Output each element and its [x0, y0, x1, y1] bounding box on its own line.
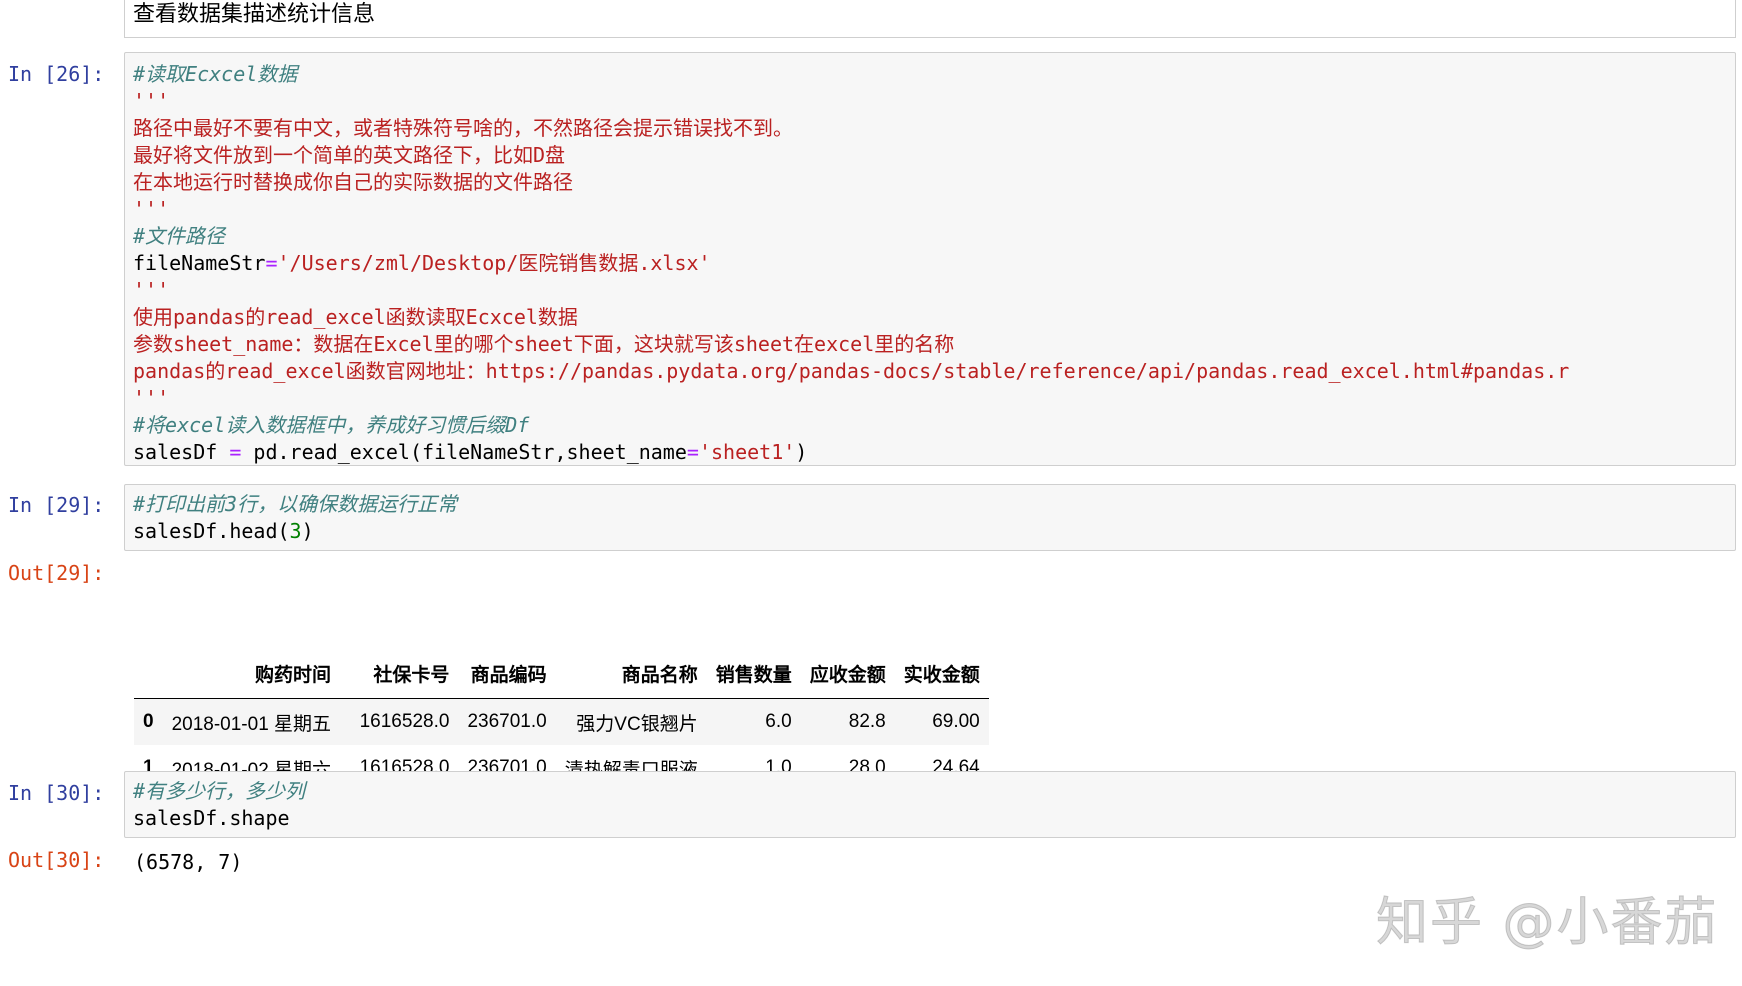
code-token: pandas的read_excel函数官网地址：https://pandas.p… [133, 359, 1570, 383]
code-line: 路径中最好不要有中文，或者特殊符号啥的，不然路径会提示错误找不到。 [133, 115, 1569, 142]
code-line: salesDf.shape [133, 805, 305, 832]
code-line: #读取Ecxcel数据 [133, 61, 1569, 88]
code-token: = [686, 440, 699, 464]
code-token: salesDf.shape [133, 806, 290, 830]
code-line: ''' [133, 196, 1569, 223]
code-line: #有多少行，多少列 [133, 778, 305, 805]
code-line: #打印出前3行，以确保数据运行正常 [133, 491, 457, 518]
table-cell: 236701.0 [467, 711, 547, 732]
table-cell: 2018-01-01 星期五 [171, 713, 332, 735]
cell29-output-prompt: Out[29]: [8, 561, 105, 585]
code-token: ''' [133, 386, 170, 410]
row-index: 0 [143, 711, 154, 732]
code-line: salesDf.head(3) [133, 518, 457, 545]
code-line: ''' [133, 277, 1569, 304]
code-token: #将excel读入数据框中，养成好习惯后缀Df [133, 413, 530, 437]
cell29-code-cell[interactable]: #打印出前3行，以确保数据运行正常 salesDf.head(3) [124, 484, 1736, 551]
code-token: fileNameStr [133, 251, 266, 275]
code-token: salesDf.head( [133, 519, 290, 543]
code-token: 使用pandas的read_excel函数读取Ecxcel数据 [133, 305, 578, 329]
code-token: ''' [133, 89, 170, 113]
code-token: 在本地运行时替换成你自己的实际数据的文件路径 [133, 170, 573, 194]
cell29-code[interactable]: #打印出前3行，以确保数据运行正常 salesDf.head(3) [133, 491, 457, 545]
table-cell: 6.0 [765, 711, 792, 732]
code-line: 参数sheet_name：数据在Excel里的哪个sheet下面，这块就写该sh… [133, 331, 1569, 358]
column-header: 购药时间 [162, 648, 341, 699]
column-header [134, 648, 163, 699]
table-cell: 强力VC银翘片 [576, 713, 698, 735]
code-token: #打印出前3行，以确保数据运行正常 [133, 492, 458, 516]
column-header: 商品名称 [555, 648, 707, 699]
code-token: ''' [133, 197, 170, 221]
cell29-input-prompt: In [29]: [8, 493, 105, 517]
table-cell: 82.8 [848, 711, 886, 732]
code-line: 最好将文件放到一个简单的英文路径下，比如D盘 [133, 142, 1569, 169]
code-token: = [265, 251, 278, 275]
code-token: = [229, 440, 242, 464]
table-row: 0 2018-01-01 星期五 1616528.0 236701.0 强力VC银翘片 6… [134, 698, 989, 745]
column-header: 销售数量 [706, 648, 801, 699]
column-header: 实收金额 [894, 648, 989, 699]
table-cell: 69.00 [932, 711, 980, 732]
column-header: 商品编码 [458, 648, 556, 699]
code-line: ''' [133, 385, 1569, 412]
code-line: 在本地运行时替换成你自己的实际数据的文件路径 [133, 169, 1569, 196]
code-line: #文件路径 [133, 223, 1569, 250]
code-token: ) [301, 519, 314, 543]
table-cell: 1616528.0 [359, 711, 450, 732]
code-line: pandas的read_excel函数官网地址：https://pandas.p… [133, 358, 1569, 385]
code-token: '/Users/zml/Desktop/医院销售数据.xlsx' [277, 251, 711, 275]
code-line: ''' [133, 88, 1569, 115]
code-token: #文件路径 [133, 224, 226, 248]
cell30-input-prompt: In [30]: [8, 781, 105, 805]
code-token: ''' [133, 278, 170, 302]
cell30-code-cell[interactable]: #有多少行，多少列 salesDf.shape [124, 771, 1736, 838]
markdown-cell[interactable]: 查看数据集描述统计信息 [124, 0, 1736, 38]
code-line: fileNameStr='/Users/zml/Desktop/医院销售数据.x… [133, 250, 1569, 277]
code-token: 最好将文件放到一个简单的英文路径下，比如D盘 [133, 143, 566, 167]
cell26-input-prompt: In [26]: [8, 62, 105, 86]
cell30-output: (6578, 7) [134, 850, 243, 874]
code-token: pd.read_excel(fileNameStr,sheet_name [241, 440, 687, 464]
code-token: 'sheet1' [698, 440, 796, 464]
code-token: 3 [289, 519, 302, 543]
code-token: 参数sheet_name：数据在Excel里的哪个sheet下面，这块就写该sh… [133, 332, 955, 356]
code-token: #有多少行，多少列 [133, 779, 306, 803]
code-line: salesDf = pd.read_excel(fileNameStr,shee… [133, 439, 1569, 465]
code-token: 路径中最好不要有中文，或者特殊符号啥的，不然路径会提示错误找不到。 [133, 116, 793, 140]
code-line: #将excel读入数据框中，养成好习惯后缀Df [133, 412, 1569, 439]
code-token: salesDf [133, 440, 230, 464]
code-line: 使用pandas的read_excel函数读取Ecxcel数据 [133, 304, 1569, 331]
column-header: 社保卡号 [340, 648, 459, 699]
cell26-code-cell[interactable]: #读取Ecxcel数据 ''' 路径中最好不要有中文，或者特殊符号啥的，不然路径会提… [124, 52, 1736, 466]
watermark: 知乎 @小番茄 [1376, 893, 1719, 954]
cell26-code[interactable]: #读取Ecxcel数据 ''' 路径中最好不要有中文，或者特殊符号啥的，不然路径会提… [133, 61, 1569, 465]
cell30-code[interactable]: #有多少行，多少列 salesDf.shape [133, 778, 305, 832]
table-header-row: 购药时间 社保卡号 商品编码 商品名称 销售数量 应收金额 实收金额 [134, 648, 989, 699]
code-token: #读取Ecxcel数据 [133, 62, 298, 86]
code-token: ) [795, 440, 808, 464]
cell30-output-prompt: Out[30]: [8, 848, 105, 872]
markdown-text: 查看数据集描述统计信息 [133, 2, 376, 27]
column-header: 应收金额 [800, 648, 895, 699]
